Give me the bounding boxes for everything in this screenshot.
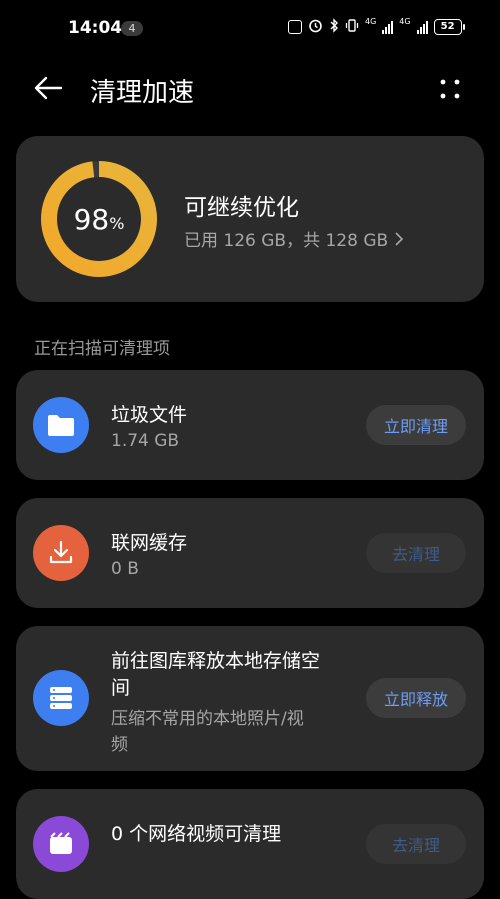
app-header: 清理加速 bbox=[0, 60, 500, 116]
storage-card: 98 % 可继续优化 已用 126 GB，共 128 GB bbox=[16, 136, 484, 302]
network-videos-title: 0 个网络视频可清理 bbox=[111, 823, 282, 845]
status-time: 14:04 bbox=[68, 18, 123, 38]
page-title: 清理加速 bbox=[90, 78, 195, 108]
more-dots-icon bbox=[440, 79, 460, 99]
status-bar: 14:04 4 4G 4G 52 bbox=[0, 0, 500, 60]
alarm-icon bbox=[308, 18, 323, 36]
gallery-release-card[interactable]: 前往图库释放本地存储空 间 压缩不常用的本地照片/视 频 立即释放 bbox=[16, 626, 484, 771]
gallery-icon-circle bbox=[33, 670, 89, 726]
network-cache-icon-circle bbox=[33, 525, 89, 581]
network-cache-card[interactable]: 联网缓存 0 B 去清理 bbox=[16, 498, 484, 608]
gallery-sub-line2: 频 bbox=[111, 735, 128, 755]
storage-detail-text: 已用 126 GB，共 128 GB bbox=[184, 231, 389, 251]
storage-icon bbox=[50, 687, 72, 709]
chevron-right-icon bbox=[395, 231, 404, 246]
download-icon bbox=[49, 540, 73, 564]
go-clean-button[interactable]: 去清理 bbox=[366, 533, 466, 573]
signal-1-icon bbox=[382, 20, 394, 34]
network-type-2: 4G bbox=[399, 17, 411, 26]
network-cache-title: 联网缓存 bbox=[111, 532, 188, 554]
go-clean-videos-button[interactable]: 去清理 bbox=[366, 824, 466, 864]
gallery-sub-line1: 压缩不常用的本地照片/视 bbox=[111, 709, 304, 729]
storage-percent: 98 % bbox=[40, 160, 158, 278]
storage-detail-link[interactable]: 已用 126 GB，共 128 GB bbox=[184, 226, 404, 251]
network-type-1: 4G bbox=[365, 17, 377, 26]
storage-status-text: 可继续优化 bbox=[184, 195, 299, 221]
clean-now-button[interactable]: 立即清理 bbox=[366, 405, 466, 445]
junk-files-card[interactable]: 垃圾文件 1.74 GB 立即清理 bbox=[16, 370, 484, 480]
gallery-title-line1: 前往图库释放本地存储空 bbox=[111, 650, 321, 672]
network-videos-card[interactable]: 0 个网络视频可清理 去清理 bbox=[16, 789, 484, 899]
storage-percent-sign: % bbox=[109, 213, 125, 233]
nfc-icon bbox=[288, 20, 302, 34]
section-label: 正在扫描可清理项 bbox=[34, 339, 170, 359]
bluetooth-icon bbox=[329, 18, 339, 36]
back-button[interactable] bbox=[30, 70, 70, 106]
release-now-button[interactable]: 立即释放 bbox=[366, 678, 466, 718]
junk-files-size: 1.74 GB bbox=[111, 431, 180, 451]
gallery-title-line2: 间 bbox=[111, 677, 131, 699]
folder-icon bbox=[48, 415, 74, 436]
status-icons: 4G 4G 52 bbox=[288, 17, 465, 36]
junk-files-title: 垃圾文件 bbox=[111, 404, 188, 426]
signal-2-icon bbox=[416, 20, 428, 34]
video-icon bbox=[50, 832, 72, 854]
notification-count-badge: 4 bbox=[121, 21, 143, 36]
vibrate-icon bbox=[345, 18, 359, 36]
network-videos-icon-circle bbox=[33, 816, 89, 872]
battery-icon: 52 bbox=[433, 19, 465, 35]
more-options-button[interactable] bbox=[432, 72, 468, 108]
network-cache-size: 0 B bbox=[111, 559, 139, 579]
storage-percent-value: 98 bbox=[73, 202, 110, 236]
junk-files-icon-circle bbox=[33, 397, 89, 453]
arrow-left-icon bbox=[34, 76, 63, 100]
